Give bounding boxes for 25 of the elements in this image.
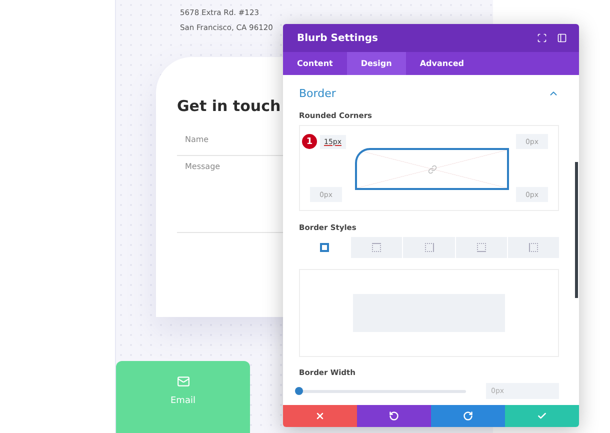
envelope-icon <box>176 375 190 388</box>
close-icon <box>315 411 325 421</box>
undo-icon <box>389 411 399 421</box>
undo-button[interactable] <box>357 405 431 427</box>
settings-tab[interactable]: Advanced <box>406 52 478 75</box>
scrollbar[interactable] <box>575 162 578 298</box>
link-icon[interactable] <box>428 164 436 174</box>
settings-tab[interactable]: Design <box>346 52 406 75</box>
redo-icon <box>463 411 473 421</box>
border-style-icon <box>528 243 538 252</box>
fullscreen-icon[interactable] <box>537 33 547 43</box>
redo-button[interactable] <box>431 405 505 427</box>
border-style-icon <box>424 243 434 252</box>
slider-thumb[interactable] <box>295 386 303 394</box>
check-icon <box>537 411 547 421</box>
card-title: Get in touch <box>177 97 282 115</box>
border-style-icon <box>320 243 330 252</box>
modal-title: Blurb Settings <box>297 32 379 44</box>
border-style-icon <box>476 243 486 252</box>
sidebar-icon[interactable] <box>557 33 567 43</box>
email-label: Email <box>170 396 196 406</box>
section-title: Border <box>299 86 336 100</box>
border-style-icon <box>372 243 382 252</box>
settings-tab[interactable]: Content <box>283 52 347 75</box>
step-badge: 1 <box>302 134 317 149</box>
